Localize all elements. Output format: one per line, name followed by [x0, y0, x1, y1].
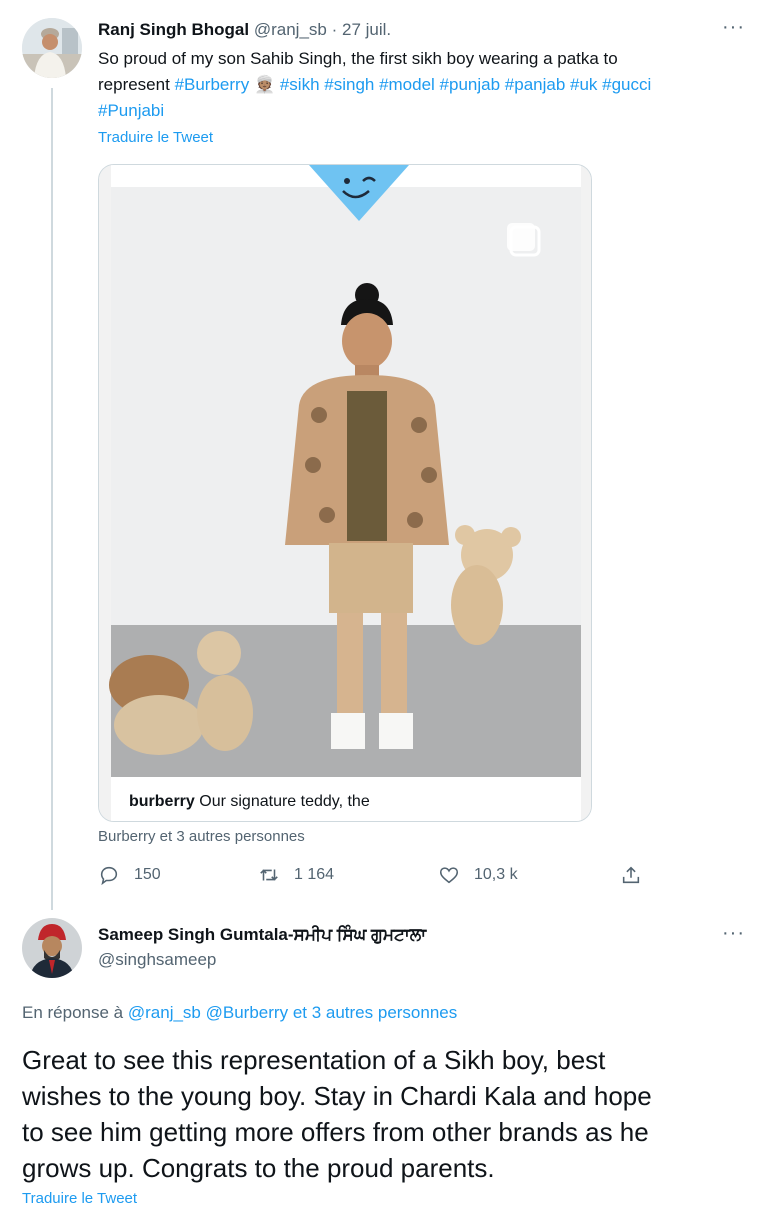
retweet-count: 1 164 [294, 866, 335, 883]
mention-ranj[interactable]: @ranj_sb [128, 1003, 201, 1022]
reply-context: En réponse à @ranj_sb @Burberry et 3 aut… [22, 1003, 457, 1023]
caption-text: Our signature teddy, the [199, 793, 370, 810]
like-icon [439, 867, 459, 884]
tweet-date[interactable]: 27 juil. [342, 20, 391, 39]
retweet-icon [260, 869, 278, 881]
reply-count: 150 [134, 866, 161, 883]
tweet-2-text: Great to see this representation of a Si… [22, 1042, 752, 1186]
tweet-2-line-1: Great to see this representation of a Si… [22, 1045, 606, 1075]
author-name-2[interactable]: Sameep Singh Gumtala-ਸਮੀਪ ਸਿੰਘ ਗੁਮਟਾਲਾ [98, 925, 426, 945]
more-icon[interactable]: ··· [722, 922, 745, 945]
more-icon[interactable]: ··· [722, 16, 745, 39]
caption-user: burberry [129, 793, 195, 810]
hashtags[interactable]: #sikh #singh #model #punjab #panjab #uk … [280, 75, 651, 94]
mention-others[interactable]: et 3 autres personnes [293, 1003, 457, 1022]
author-name[interactable]: Ranj Singh Bhogal [98, 20, 249, 39]
avatar-sameep[interactable] [22, 918, 82, 978]
tweet-1-header: Ranj Singh Bhogal @ranj_sb · 27 juil. [98, 20, 391, 40]
tweet-2-line-3: to see him getting more offers from othe… [22, 1117, 649, 1147]
author-handle-2[interactable]: @singhsameep [98, 950, 216, 970]
like-count: 10,3 k [474, 866, 518, 883]
reply-icon [100, 866, 118, 886]
hashtag-burberry[interactable]: #Burberry [175, 75, 250, 94]
like-button[interactable]: 10,3 k [438, 864, 518, 886]
reply-prefix: En réponse à [22, 1003, 124, 1022]
media-caption: burberry Our signature teddy, the [129, 793, 370, 811]
avatar-ranj[interactable] [22, 18, 82, 78]
retweet-button[interactable]: 1 164 [258, 864, 334, 886]
tweet-media[interactable]: burberry Our signature teddy, the [98, 164, 592, 822]
tweet-1-text: So proud of my son Sahib Singh, the firs… [98, 46, 758, 124]
mention-burberry[interactable]: @Burberry [206, 1003, 288, 1022]
tagged-people[interactable]: Burberry et 3 autres personnes [98, 828, 305, 845]
share-icon [622, 866, 640, 884]
emoji-turban: 👳🏽 [253, 75, 276, 94]
share-button[interactable] [620, 864, 642, 886]
media-photo [99, 165, 591, 821]
tweet-text-line-2: represent #Burberry 👳🏽 #sikh #singh #mod… [98, 72, 758, 98]
avatar-sameep-image [22, 918, 82, 978]
text-represent: represent [98, 75, 170, 94]
translate-tweet-link[interactable]: Traduire le Tweet [98, 129, 213, 146]
tweet-text-line-1: So proud of my son Sahib Singh, the firs… [98, 49, 618, 68]
thread-line [51, 88, 53, 910]
tweet-2-line-2: wishes to the young boy. Stay in Chardi … [22, 1081, 652, 1111]
hashtag-punjabi[interactable]: #Punjabi [98, 98, 758, 124]
reply-button[interactable]: 150 [98, 864, 161, 886]
translate-tweet-link-2[interactable]: Traduire le Tweet [22, 1190, 137, 1207]
author-handle[interactable]: @ranj_sb [254, 20, 327, 39]
tweet-2-line-4: grows up. Congrats to the proud parents. [22, 1153, 495, 1183]
separator: · [331, 20, 338, 39]
avatar-ranj-image [22, 18, 82, 78]
